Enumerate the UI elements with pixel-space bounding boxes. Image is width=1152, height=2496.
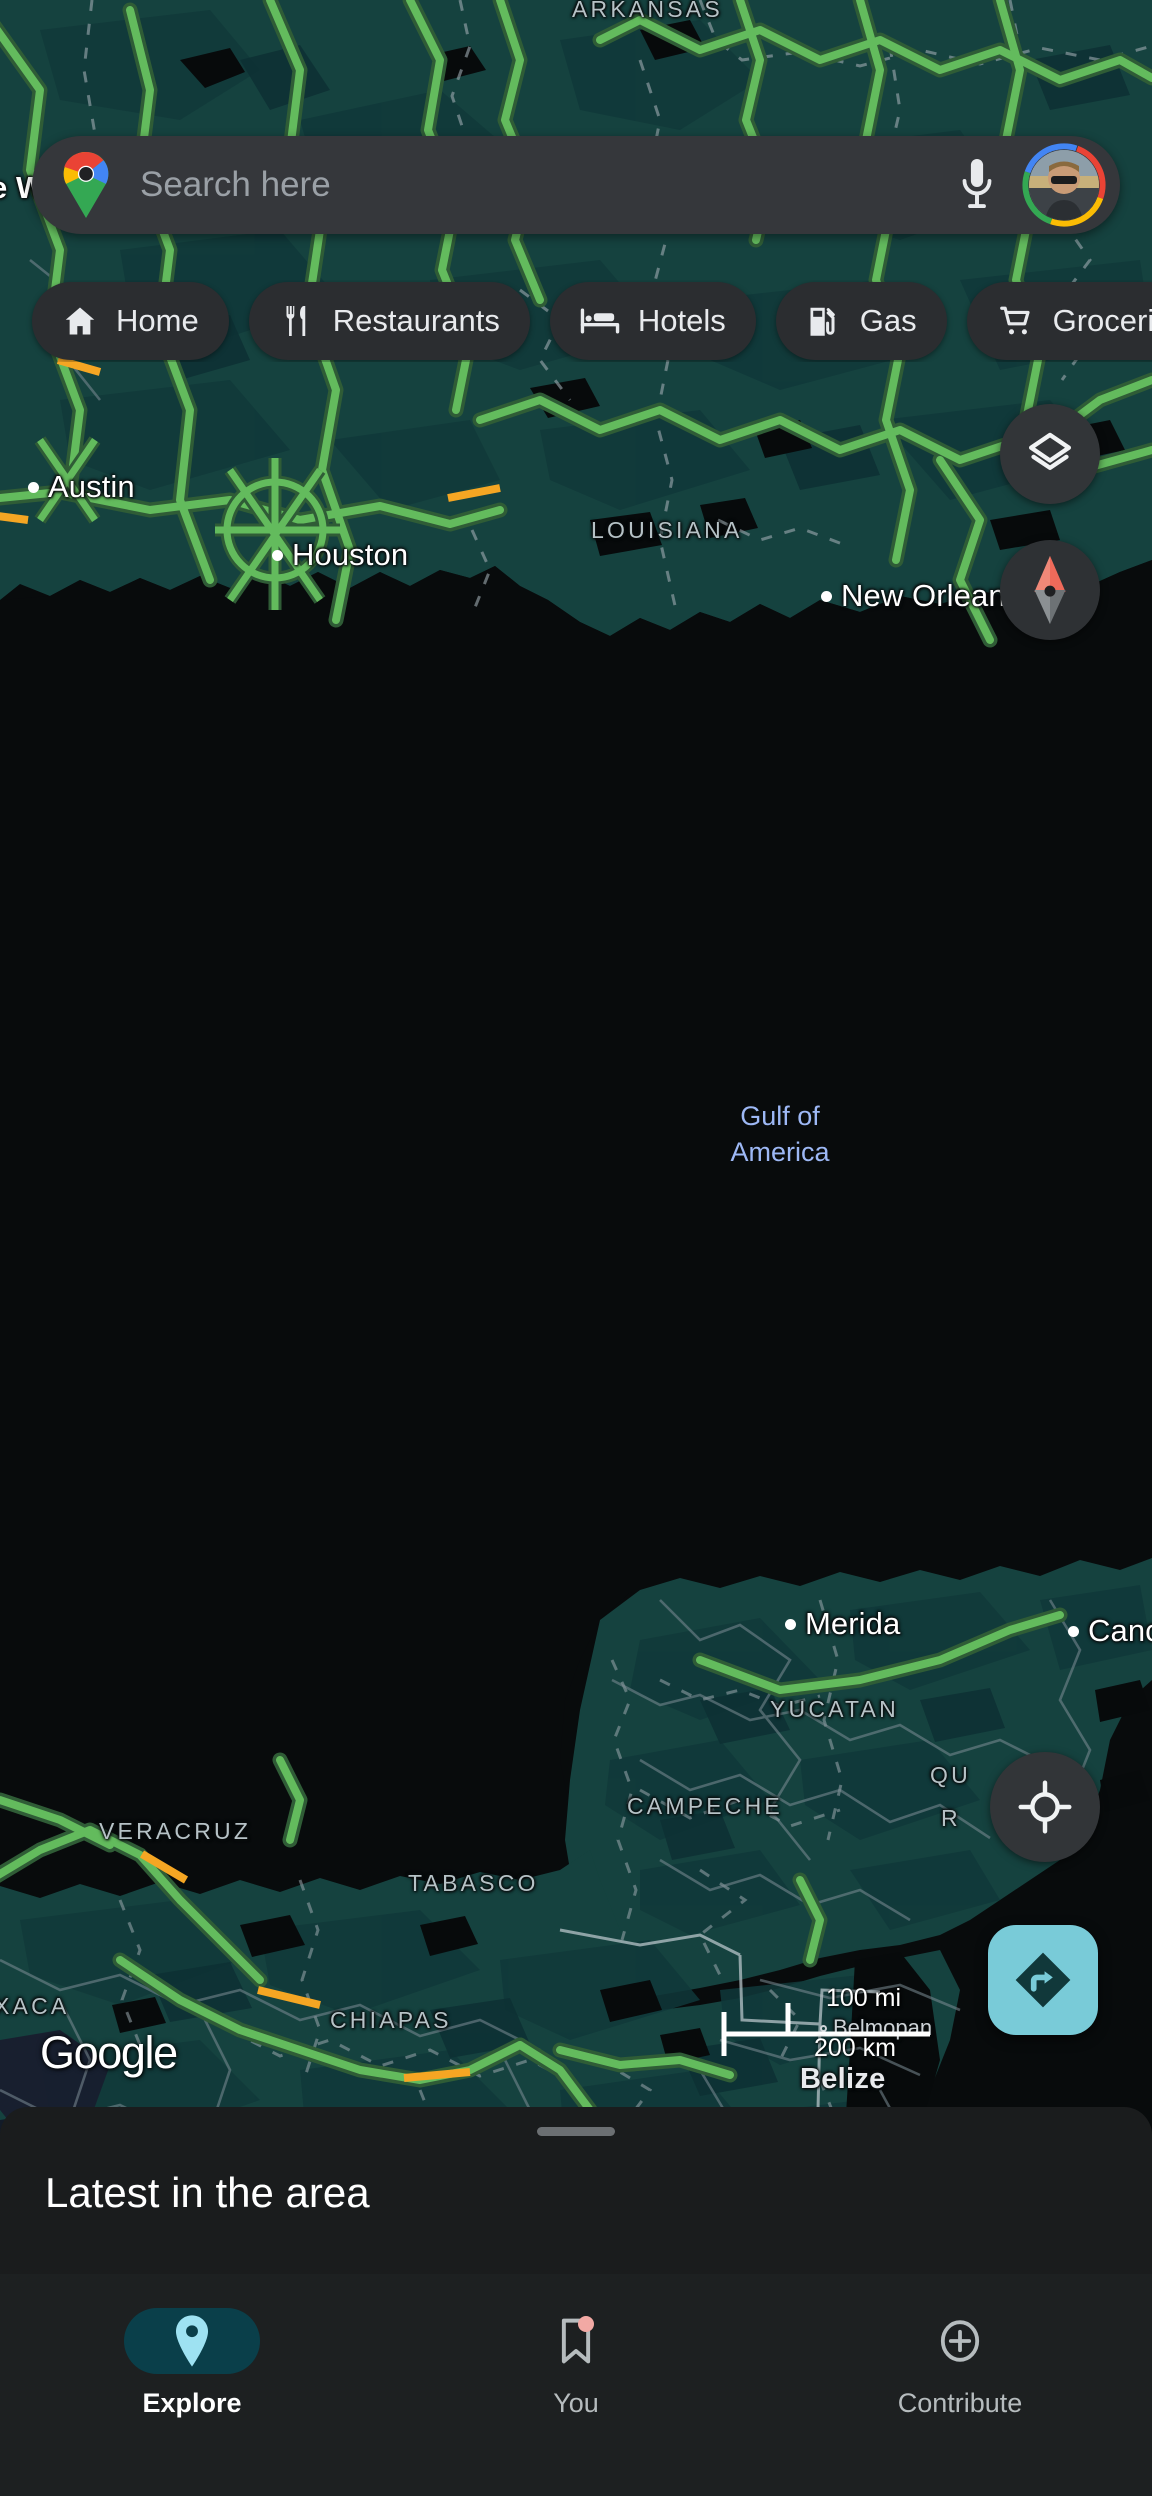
avatar-photo [1029,150,1099,220]
search-bar[interactable] [32,136,1120,234]
chip-gas-label: Gas [859,303,917,338]
restaurant-icon [286,306,305,336]
directions-button[interactable] [988,1925,1098,2035]
bottom-sheet[interactable]: Latest in the area [0,2107,1152,2274]
chip-hotels[interactable]: Hotels [549,282,756,360]
search-input[interactable] [140,165,940,205]
layers-button[interactable] [1000,404,1100,504]
directions-arrow-icon [1015,1952,1071,2008]
google-maps-pin-icon [63,152,109,218]
chip-restaurants-label: Restaurants [332,303,500,338]
shopping-cart-icon [999,306,1030,335]
nav-you-badge [578,2316,594,2332]
chip-restaurants[interactable]: Restaurants [248,282,530,360]
chip-gas[interactable]: Gas [775,282,947,360]
nav-you-icon-wrap [508,2308,644,2374]
compass-button[interactable] [1000,540,1100,640]
nav-item-explore[interactable]: Explore [0,2308,384,2419]
nav-contribute-label: Contribute [897,2388,1023,2418]
my-location-button[interactable] [990,1752,1100,1862]
nav-item-contribute[interactable]: Contribute [768,2308,1152,2419]
hotel-icon [580,308,620,334]
nav-contribute-icon-wrap [892,2308,1028,2374]
gas-station-icon [810,307,835,336]
google-logo: Google [40,2027,178,2078]
google-maps-app: Austin Houston New Orleans Merida Cancun… [0,0,1152,2496]
microphone-icon[interactable] [940,148,1014,222]
chip-groceries[interactable]: Groceries [966,282,1152,360]
chip-groceries-label: Groceries [1052,303,1152,338]
home-icon [65,307,95,335]
bottom-navigation-bar[interactable]: Explore You Contribute [0,2274,1152,2496]
my-location-icon [1018,1780,1072,1834]
avatar[interactable] [1022,143,1106,227]
layers-icon [1028,432,1072,471]
nav-item-you[interactable]: You [384,2308,768,2419]
category-chip-row[interactable]: Home Restaurants Hotels Gas Groceri [0,280,1152,362]
chip-hotels-label: Hotels [637,303,726,338]
nav-you-label: You [553,2388,599,2418]
compass-needle-icon [1034,555,1066,625]
nav-explore-label: Explore [142,2388,242,2418]
chip-home-label: Home [116,303,199,338]
location-pin-icon [175,2315,209,2367]
nav-explore-icon-pill [124,2308,260,2374]
bottom-sheet-title: Latest in the area [45,2169,370,2216]
bottom-sheet-drag-handle[interactable] [537,2127,615,2136]
chip-home[interactable]: Home [32,282,229,360]
plus-circle-icon [940,2320,980,2362]
